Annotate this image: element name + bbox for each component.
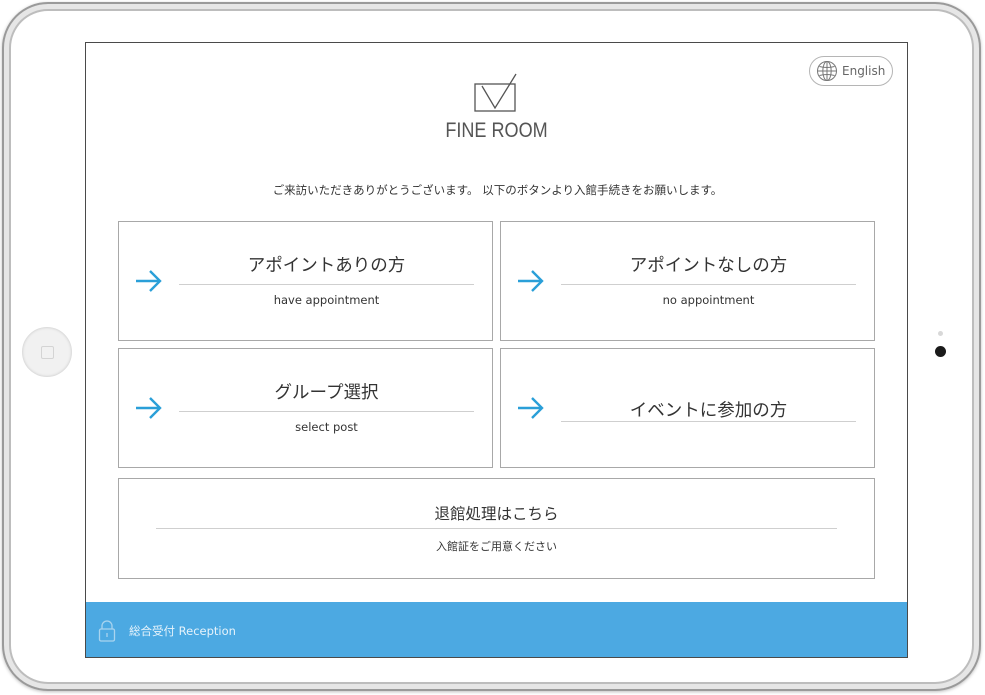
- checkbox-logo-icon: [474, 73, 517, 112]
- front-camera: [935, 346, 946, 357]
- language-button[interactable]: English: [809, 56, 893, 86]
- divider: [561, 284, 856, 285]
- option-subtitle: no appointment: [662, 293, 755, 307]
- arrow-right-icon: [518, 270, 544, 292]
- divider: [179, 284, 474, 285]
- divider: [179, 411, 474, 412]
- brand-name: FINE ROOM: [445, 119, 548, 142]
- checkout-button[interactable]: 退館処理はこちら 入館証をご用意ください: [118, 478, 875, 579]
- checkout-title: 退館処理はこちら: [434, 505, 559, 523]
- option-with-appointment-button[interactable]: アポイントありの方 have appointment: [118, 221, 493, 341]
- option-without-appointment-button[interactable]: アポイントなしの方 no appointment: [500, 221, 875, 341]
- option-subtitle: select post: [295, 420, 358, 434]
- arrow-right-icon: [136, 397, 162, 419]
- arrow-right-icon: [518, 397, 544, 419]
- option-title: イベントに参加の方: [629, 401, 788, 421]
- ipad-frame: English FINE ROOM ご来訪いただきありがとうございます。 以下の…: [2, 2, 981, 691]
- lock-icon: [98, 619, 116, 642]
- language-label: English: [842, 64, 886, 78]
- kiosk-screen: English FINE ROOM ご来訪いただきありがとうございます。 以下の…: [85, 42, 908, 658]
- checkout-subtitle: 入館証をご用意ください: [436, 540, 557, 553]
- option-subtitle: have appointment: [273, 293, 380, 307]
- welcome-message: ご来訪いただきありがとうございます。 以下のボタンより入館手続きをお願いします。: [272, 183, 723, 197]
- divider: [156, 528, 837, 529]
- reception-footer[interactable]: 総合受付 Reception: [86, 602, 907, 657]
- option-group-select-button[interactable]: グループ選択 select post: [118, 348, 493, 468]
- divider: [561, 421, 856, 422]
- option-title: アポイントなしの方: [629, 256, 788, 276]
- arrow-right-icon: [136, 270, 162, 292]
- light-sensor: [938, 331, 943, 336]
- reception-label: 総合受付 Reception: [129, 623, 236, 638]
- globe-icon: [817, 61, 837, 81]
- option-title: グループ選択: [274, 383, 379, 403]
- option-title: アポイントありの方: [247, 256, 406, 276]
- home-button[interactable]: [22, 327, 72, 377]
- option-event-attendee-button[interactable]: イベントに参加の方: [500, 348, 875, 468]
